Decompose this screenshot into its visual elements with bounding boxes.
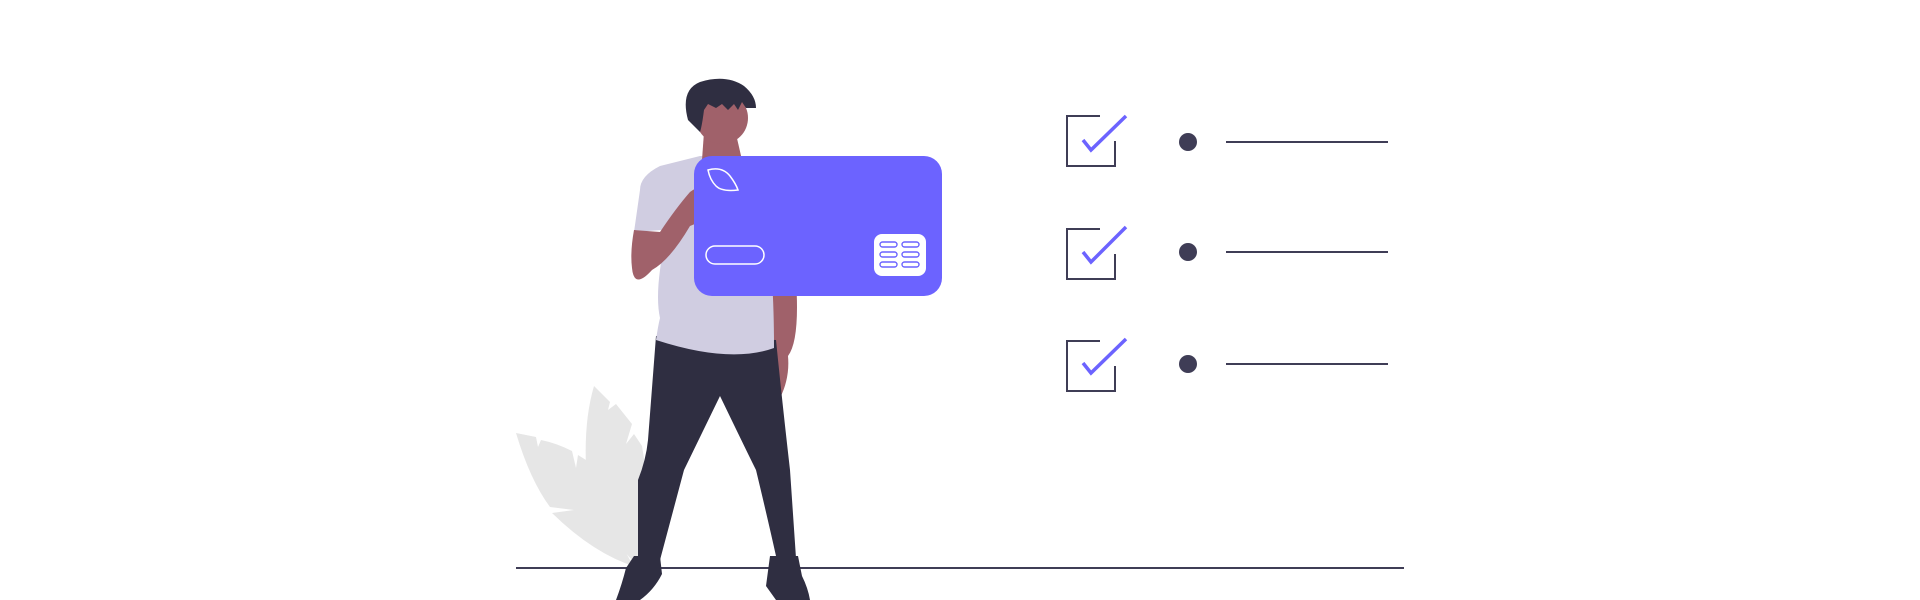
checklist-item	[1066, 337, 1388, 392]
bullet-dot-icon	[1179, 243, 1197, 261]
credit-card-chip-icon	[874, 234, 926, 276]
person-legs	[638, 336, 800, 568]
checkbox-checked-icon	[1066, 340, 1116, 392]
bullet-dot-icon	[1179, 355, 1197, 373]
checklist-item	[1066, 114, 1388, 167]
check-mark-icon	[1081, 225, 1128, 265]
checklist-item	[1066, 225, 1388, 280]
checkbox-checked-icon	[1066, 115, 1116, 167]
person-shoe-left	[616, 556, 662, 600]
checkbox-checked-icon	[1066, 228, 1116, 280]
checklist	[1066, 114, 1388, 392]
illustration-canvas	[516, 78, 1404, 600]
person-shoe-right	[766, 556, 810, 600]
credit-card-icon	[694, 156, 942, 296]
bullet-dot-icon	[1179, 133, 1197, 151]
check-mark-icon	[1081, 337, 1128, 376]
check-mark-icon	[1081, 114, 1128, 153]
